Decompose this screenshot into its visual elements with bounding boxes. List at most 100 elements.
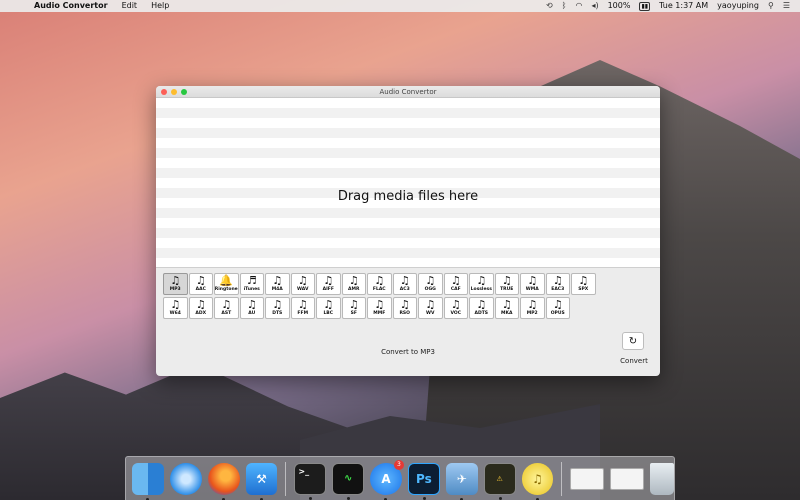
zoom-window-button[interactable] (181, 89, 187, 95)
format-label: EAC3 (551, 287, 565, 292)
format-label: AST (221, 311, 232, 316)
format-button-ac3[interactable]: ♫ AC3 (392, 273, 417, 295)
menu-extras: ⟲ ᛒ ◠ ◂) 100% ▮▮ Tue 1:37 AM yaoyuping ⚲… (546, 0, 800, 12)
format-label: OPUS (550, 311, 565, 316)
format-button-rso[interactable]: ♫ RSO (392, 297, 417, 319)
notification-center-icon[interactable]: ☰ (783, 0, 790, 12)
photoshop-icon[interactable]: Ps (407, 462, 440, 500)
format-button-dts[interactable]: ♫ DTS (265, 297, 290, 319)
safari-icon[interactable] (169, 462, 202, 495)
format-button-w64[interactable]: ♫ W64 (163, 297, 188, 319)
menu-edit[interactable]: Edit (122, 0, 138, 12)
format-button-itunes[interactable]: ♬ iTunes (239, 273, 264, 295)
drop-zone[interactable]: Drag media files here (156, 98, 660, 268)
format-button-wv[interactable]: ♫ WV (418, 297, 443, 319)
battery-icon[interactable]: ▮▮ (639, 1, 651, 11)
time-machine-icon[interactable]: ⟲ (546, 0, 553, 12)
format-button-aiff[interactable]: ♫ AIFF (316, 273, 341, 295)
format-button-ast[interactable]: ♫ AST (214, 297, 239, 319)
refresh-icon: ↻ (628, 335, 638, 347)
traffic-lights (161, 89, 187, 95)
format-button-ringtone[interactable]: 🔔 Ringtone (214, 273, 239, 295)
format-button-flac[interactable]: ♫ FLAC (367, 273, 392, 295)
format-button-voc[interactable]: ♫ VOC (443, 297, 468, 319)
music-note-icon: ♫ (476, 298, 487, 311)
convert-status: Convert to MP3 (381, 348, 435, 356)
music-note-icon: ♫ (170, 298, 181, 311)
format-button-eac3[interactable]: ♫ EAC3 (545, 273, 570, 295)
spotlight-icon[interactable]: ⚲ (768, 0, 774, 12)
format-label: Ringtone (214, 287, 238, 292)
format-button-mp2[interactable]: ♫ MP2 (520, 297, 545, 319)
menu-user[interactable]: yaoyuping (717, 0, 759, 12)
format-button-adx[interactable]: ♫ ADX (188, 297, 213, 319)
music-note-icon: ♫ (501, 298, 512, 311)
window-title: Audio Convertor (379, 88, 437, 96)
format-button-lbc[interactable]: ♫ LBC (316, 297, 341, 319)
minimized-window-2[interactable] (610, 467, 645, 490)
music-note-icon: ♫ (450, 298, 461, 311)
audio-convertor-icon[interactable]: ♫ (521, 462, 554, 500)
trash-icon[interactable] (650, 462, 674, 495)
window-titlebar[interactable]: Audio Convertor (156, 86, 660, 98)
format-label: RSO (399, 311, 411, 316)
format-label: SPX (578, 287, 589, 292)
format-button-wav[interactable]: ♫ WAV (290, 273, 315, 295)
format-button-lossless[interactable]: ♫ Lossless (469, 273, 494, 295)
minimize-window-button[interactable] (171, 89, 177, 95)
music-note-icon: ♫ (221, 298, 232, 311)
music-note-icon: 🔔 (219, 274, 234, 287)
format-button-spx[interactable]: ♫ SPX (571, 273, 596, 295)
format-button-mmf[interactable]: ♫ MMF (367, 297, 392, 319)
format-button-sf[interactable]: ♫ SF (341, 297, 366, 319)
drop-zone-label: Drag media files here (337, 189, 479, 204)
activity-monitor-icon[interactable]: ∿ (332, 462, 365, 500)
firefox-icon[interactable] (207, 462, 240, 500)
bluetooth-icon[interactable]: ᛒ (562, 0, 567, 12)
finder-icon[interactable] (132, 462, 164, 500)
format-button-mka[interactable]: ♫ MKA (494, 297, 519, 319)
music-note-icon: ♫ (450, 274, 461, 287)
dock: ⚒ >_ ∿ A3 Ps ✈ ⚠ ♫ (125, 456, 675, 500)
format-label: Lossless (470, 287, 492, 292)
format-button-caf[interactable]: ♫ CAF (443, 273, 468, 295)
format-label: WAV (297, 287, 309, 292)
preview-icon[interactable]: ✈ (445, 462, 478, 500)
terminal-icon[interactable]: >_ (294, 462, 327, 500)
format-label: WV (426, 311, 435, 316)
music-note-icon: ♫ (425, 274, 436, 287)
music-note-icon: ♫ (297, 274, 308, 287)
format-button-aac[interactable]: ♫ AAC (188, 273, 213, 295)
music-note-icon: ♫ (374, 298, 385, 311)
app-store-icon[interactable]: A3 (370, 459, 404, 500)
music-note-icon: ♫ (272, 298, 283, 311)
console-icon[interactable]: ⚠ (483, 462, 516, 500)
menu-help[interactable]: Help (151, 0, 169, 12)
menu-app-name[interactable]: Audio Convertor (34, 0, 108, 12)
format-label: M4A (271, 287, 283, 292)
close-window-button[interactable] (161, 89, 167, 95)
menu-clock[interactable]: Tue 1:37 AM (659, 0, 708, 12)
convert-button[interactable]: ↻ (622, 332, 644, 350)
format-button-mp3[interactable]: ♫ MP3 (163, 273, 188, 295)
format-button-adts[interactable]: ♫ ADTS (469, 297, 494, 319)
battery-percent[interactable]: 100% (608, 0, 631, 12)
music-note-icon: ♫ (399, 274, 410, 287)
format-button-ogg[interactable]: ♫ OGG (418, 273, 443, 295)
format-label: iTunes (243, 287, 260, 292)
format-button-m4a[interactable]: ♫ M4A (265, 273, 290, 295)
music-note-icon: ♫ (195, 298, 206, 311)
format-button-wma[interactable]: ♫ WMA (520, 273, 545, 295)
format-label: AAC (195, 287, 206, 292)
wifi-icon[interactable]: ◠ (575, 0, 582, 12)
minimized-window-1[interactable] (570, 467, 605, 490)
volume-icon[interactable]: ◂) (591, 0, 598, 12)
format-button-true[interactable]: ♫ TRUE (494, 273, 519, 295)
format-button-amr[interactable]: ♫ AMR (341, 273, 366, 295)
music-note-icon: ♫ (527, 274, 538, 287)
audio-convertor-window: Audio Convertor Drag media files here ♫ M… (156, 86, 660, 376)
format-button-ffm[interactable]: ♫ FFM (290, 297, 315, 319)
format-button-opus[interactable]: ♫ OPUS (545, 297, 570, 319)
xcode-icon[interactable]: ⚒ (245, 462, 278, 500)
format-button-au[interactable]: ♫ AU (239, 297, 264, 319)
